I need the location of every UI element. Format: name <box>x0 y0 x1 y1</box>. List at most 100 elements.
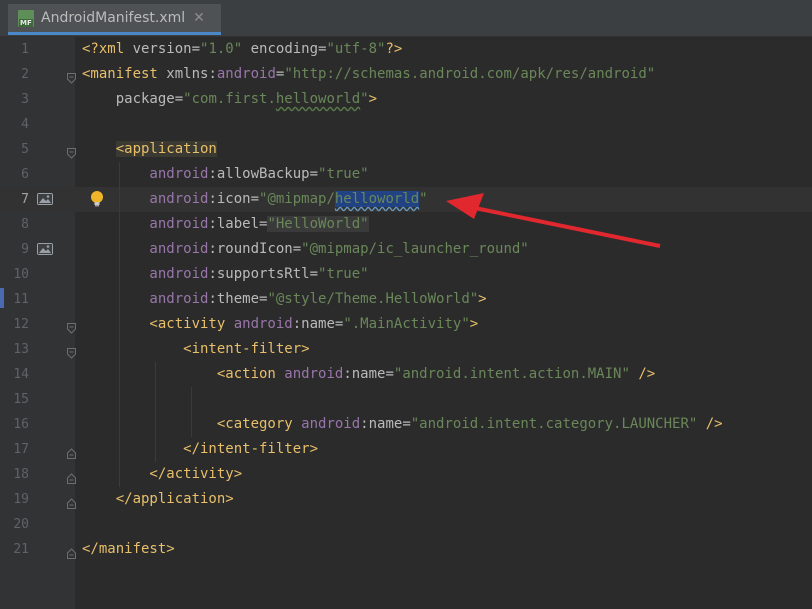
code-token: "true" <box>318 166 369 182</box>
code-text: <activity android:name=".MainActivity"> <box>82 312 478 337</box>
code-token: :name= <box>360 416 411 432</box>
code-line[interactable]: 2 <manifest xmlns:android="http://schemas… <box>0 62 812 87</box>
code-token: :supportsRtl= <box>208 266 319 282</box>
code-token: :theme= <box>208 291 268 307</box>
code-text: </intent-filter> <box>82 437 318 462</box>
code-token: </activity> <box>82 466 243 482</box>
code-token: android <box>82 291 209 307</box>
code-token: encoding= <box>242 41 327 57</box>
code-line[interactable]: 21 </manifest> <box>0 537 812 562</box>
code-line[interactable]: 18 </activity> <box>0 462 812 487</box>
code-token: ?> <box>385 41 403 57</box>
image-preview-icon[interactable] <box>37 243 53 255</box>
code-token: android <box>82 216 209 232</box>
code-token: <activity <box>82 316 234 332</box>
code-token: ".MainActivity" <box>343 316 470 332</box>
code-token: android <box>284 366 344 382</box>
code-line[interactable]: 17 </intent-filter> <box>0 437 812 462</box>
code-token: android <box>82 166 209 182</box>
fold-end-icon[interactable] <box>67 494 76 509</box>
code-token: "1.0" <box>200 41 243 57</box>
code-text: <action android:name="android.intent.act… <box>82 362 655 387</box>
code-line[interactable]: 5 <application <box>0 137 812 162</box>
image-preview-icon[interactable] <box>37 193 53 205</box>
line-number: 18 <box>13 467 29 482</box>
code-text: <application <box>82 137 217 162</box>
line-number: 15 <box>13 392 29 407</box>
code-token: "@style/Theme.HelloWorld" <box>267 291 479 307</box>
code-line[interactable]: 16 <category android:name="android.inten… <box>0 412 812 437</box>
line-number: 4 <box>21 117 29 132</box>
code-line[interactable]: 9 android:roundIcon="@mipmap/ic_launcher… <box>0 237 812 262</box>
line-number: 14 <box>13 367 29 382</box>
code-text: <intent-filter> <box>82 337 310 362</box>
code-token: <application <box>115 141 217 157</box>
tab-androidmanifest[interactable]: MF AndroidManifest.xml ✕ <box>8 4 221 35</box>
line-number: 9 <box>21 242 29 257</box>
code-line[interactable]: 20 <box>0 512 812 537</box>
code-token: :roundIcon= <box>208 241 302 257</box>
code-token: android <box>82 266 209 282</box>
close-icon[interactable]: ✕ <box>193 10 205 26</box>
code-token: :label= <box>208 216 268 232</box>
code-token: </manifest> <box>82 541 175 557</box>
line-number: 21 <box>13 542 29 557</box>
fold-end-icon[interactable] <box>67 469 76 484</box>
code-line[interactable]: 13 <intent-filter> <box>0 337 812 362</box>
code-text: <?xml version="1.0" encoding="utf-8"?> <box>82 37 402 62</box>
indent-guide <box>191 387 192 437</box>
code-token: > <box>368 91 378 107</box>
code-line[interactable]: 11 android:theme="@style/Theme.HelloWorl… <box>0 287 812 312</box>
code-token: android <box>216 66 276 82</box>
code-line[interactable]: 12 <activity android:name=".MainActivity… <box>0 312 812 337</box>
code-line[interactable]: 3 package="com.first.helloworld"> <box>0 87 812 112</box>
code-token: <intent-filter> <box>82 341 310 357</box>
indent-guide <box>155 362 156 462</box>
code-token: <action <box>82 366 285 382</box>
code-token: android <box>82 191 209 207</box>
line-number: 13 <box>13 342 29 357</box>
code-token: </intent-filter> <box>82 441 319 457</box>
code-token: > <box>469 316 479 332</box>
line-number: 11 <box>13 292 29 307</box>
indent-guide <box>119 162 120 487</box>
code-line[interactable]: 1 <?xml version="1.0" encoding="utf-8"?> <box>0 37 812 62</box>
code-text: android:label="HelloWorld" <box>82 212 369 237</box>
code-token: "HelloWorld" <box>267 216 369 232</box>
code-line[interactable]: 7 android:icon="@mipmap/helloworld" <box>0 187 812 212</box>
fold-end-icon[interactable] <box>67 444 76 459</box>
line-number: 17 <box>13 442 29 457</box>
code-token: helloworld <box>275 91 361 107</box>
xml-manifest-icon: MF <box>18 9 34 27</box>
code-token: "com.first. <box>183 91 276 107</box>
code-text: </activity> <box>82 462 242 487</box>
line-number: 5 <box>21 142 29 157</box>
fold-start-icon[interactable] <box>67 319 76 334</box>
line-number: 8 <box>21 217 29 232</box>
code-line[interactable]: 19 </application> <box>0 487 812 512</box>
line-number: 16 <box>13 417 29 432</box>
code-token: "android.intent.action.MAIN" <box>393 366 630 382</box>
line-number: 7 <box>21 192 29 207</box>
code-line[interactable]: 10 android:supportsRtl="true" <box>0 262 812 287</box>
code-text: <category android:name="android.intent.c… <box>82 412 723 437</box>
code-line[interactable]: 15 <box>0 387 812 412</box>
fold-start-icon[interactable] <box>67 144 76 159</box>
code-line[interactable]: 14 <action android:name="android.intent.… <box>0 362 812 387</box>
code-token: <?xml <box>82 41 133 57</box>
code-text: android:icon="@mipmap/helloworld" <box>82 187 428 212</box>
fold-start-icon[interactable] <box>67 69 76 84</box>
code-token: </application> <box>82 491 234 507</box>
code-token: "utf-8" <box>326 41 386 57</box>
code-editor[interactable]: 1 <?xml version="1.0" encoding="utf-8"?> 2… <box>0 37 812 609</box>
code-line[interactable]: 4 <box>0 112 812 137</box>
code-text: <manifest xmlns:android="http://schemas.… <box>82 62 655 87</box>
code-token: " <box>419 191 428 207</box>
fold-end-icon[interactable] <box>67 544 76 559</box>
code-token: /> <box>697 416 723 432</box>
code-line[interactable]: 8 android:label="HelloWorld" <box>0 212 812 237</box>
fold-start-icon[interactable] <box>67 344 76 359</box>
code-token: <manifest <box>82 66 167 82</box>
code-line[interactable]: 6 android:allowBackup="true" <box>0 162 812 187</box>
code-token: " <box>360 91 369 107</box>
